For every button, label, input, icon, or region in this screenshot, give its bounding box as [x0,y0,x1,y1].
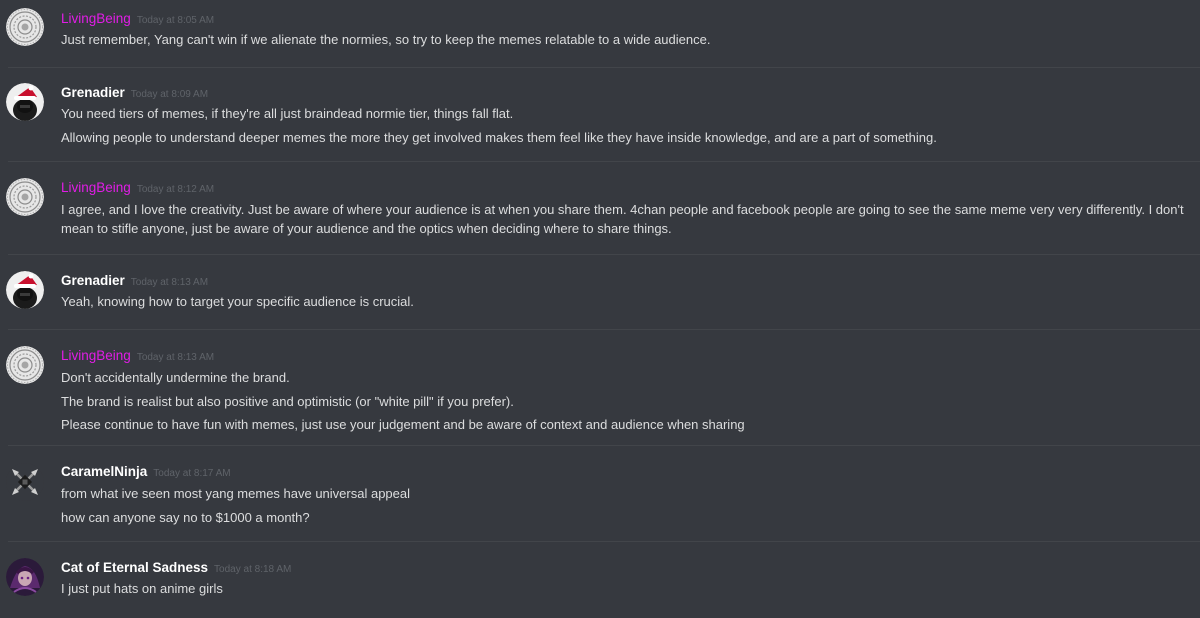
message-line: You need tiers of memes, if they're all … [61,106,514,121]
message-content: I agree, and I love the creativity. Just… [61,200,1192,238]
message-line: Just remember, Yang can't win if we alie… [61,32,711,47]
message-line: Don't accidentally undermine the brand. [61,370,290,385]
message-divider [8,541,1200,542]
message-content: Yeah, knowing how to target your specifi… [61,290,1192,314]
shuriken-avatar-icon [6,463,44,501]
message-divider [8,67,1200,68]
message-divider [8,445,1200,446]
message-header: Cat of Eternal Sadness Today at 8:18 AM [61,559,291,579]
username[interactable]: LivingBeing [61,11,131,26]
message-content: You need tiers of memes, if they're all … [61,102,1192,149]
message-divider [8,329,1200,330]
message-content: Don't accidentally undermine the brand. … [61,366,1192,437]
message-line: Yeah, knowing how to target your specifi… [61,294,414,309]
username[interactable]: Cat of Eternal Sadness [61,560,208,575]
message-divider [8,254,1200,255]
username[interactable]: LivingBeing [61,180,131,195]
timestamp[interactable]: Today at 8:18 AM [214,564,291,575]
mandala-avatar-icon [6,178,44,216]
avatar[interactable] [6,346,44,384]
mandala-avatar-icon [6,346,44,384]
message-content: Just remember, Yang can't win if we alie… [61,28,1192,52]
message-line: The brand is realist but also positive a… [61,393,514,409]
message-line: from what ive seen most yang memes have … [61,486,411,501]
avatar[interactable] [6,83,44,121]
timestamp[interactable]: Today at 8:13 AM [137,352,214,363]
message-content: from what ive seen most yang memes have … [61,482,1192,529]
timestamp[interactable]: Today at 8:05 AM [137,15,214,26]
avatar[interactable] [6,8,44,46]
username[interactable]: LivingBeing [61,348,131,363]
message-divider [8,161,1200,162]
message-line: how can anyone say no to $1000 a month? [61,509,310,525]
message-header: LivingBeing Today at 8:13 AM [61,347,214,367]
message-header: LivingBeing Today at 8:05 AM [61,10,214,30]
username[interactable]: Grenadier [61,273,125,288]
avatar[interactable] [6,558,44,596]
avatar[interactable] [6,178,44,216]
santa-hat-avatar-icon [6,271,44,309]
message-content: I just put hats on anime girls [61,577,1192,601]
timestamp[interactable]: Today at 8:13 AM [131,277,208,288]
username[interactable]: Grenadier [61,85,125,100]
username[interactable]: CaramelNinja [61,464,147,479]
message-line: Allowing people to understand deeper mem… [61,129,937,145]
message-line: I agree, and I love the creativity. Just… [61,202,1184,236]
message-line: Please continue to have fun with memes, … [61,417,745,432]
message-header: Grenadier Today at 8:13 AM [61,272,208,292]
avatar[interactable] [6,463,44,501]
avatar[interactable] [6,271,44,309]
santa-hat-avatar-icon [6,83,44,121]
timestamp[interactable]: Today at 8:12 AM [137,184,214,195]
timestamp[interactable]: Today at 8:09 AM [131,89,208,100]
anime-avatar-icon [6,558,44,596]
message-header: CaramelNinja Today at 8:17 AM [61,463,231,483]
mandala-avatar-icon [6,8,44,46]
message-line: I just put hats on anime girls [61,581,223,596]
timestamp[interactable]: Today at 8:17 AM [153,468,230,479]
chat-messages: LivingBeing Today at 8:05 AM Just remembe… [0,0,1200,618]
message-header: Grenadier Today at 8:09 AM [61,84,208,104]
message-header: LivingBeing Today at 8:12 AM [61,179,214,199]
